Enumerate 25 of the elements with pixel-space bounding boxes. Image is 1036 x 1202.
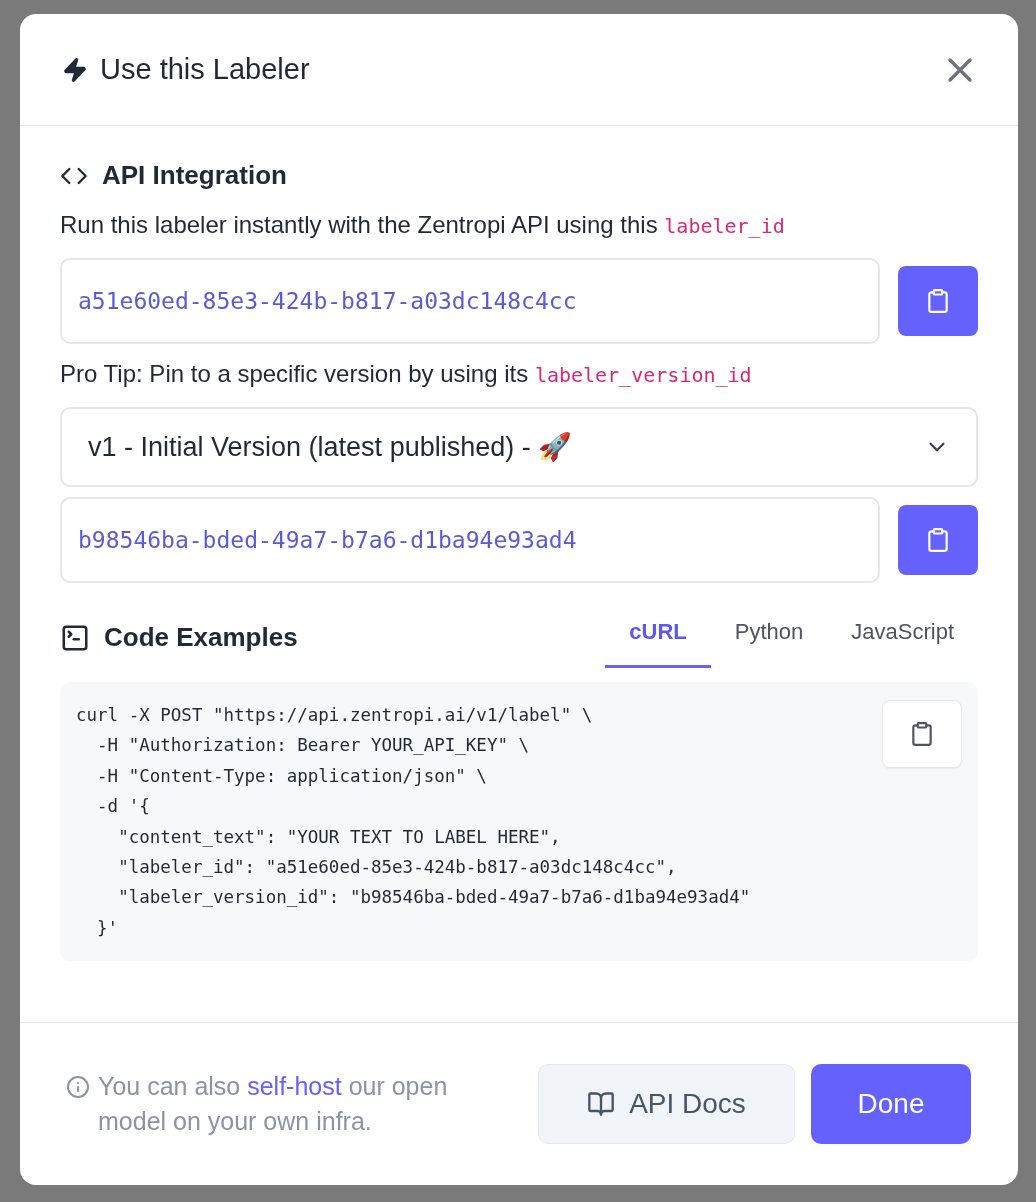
code-text: curl -X POST "https://api.zentropi.ai/v1/label" \ -H "Authorization: Bearer YOUR_API_KEY" \ -H "Content-Type: application/json" \ -d '{ "content_text": "YOUR TEXT TO LABEL HERE", "labeler_id": "a51e60ed-85e3-424b-b817-a03dc148c4cc", "labeler_version_id": "b98546ba-bded-49a7-b7a6-d1ba94e93ad4" }' — [76, 704, 752, 940]
info-icon — [66, 1075, 90, 1099]
clipboard-icon — [925, 288, 951, 314]
book-icon — [587, 1090, 616, 1118]
self-host-link[interactable]: self-host — [247, 1072, 342, 1100]
tip-text: Pro Tip: Pin to a specific version by using its labeler_version_id — [60, 359, 753, 389]
dialog-title: Use this Labeler — [100, 53, 311, 86]
clipboard-icon — [925, 527, 951, 553]
copy-button[interactable] — [898, 505, 978, 575]
section-heading: Code Examples — [104, 622, 298, 653]
copy-button[interactable] — [898, 266, 978, 336]
version-select[interactable]: v1 - Initial Version (latest published) - 🚀 — [60, 407, 978, 487]
language-tab[interactable]: Python — [710, 607, 828, 668]
footer-note: You can also self-host our open model on your own infra. — [98, 1071, 449, 1137]
api-docs-button[interactable]: API Docs — [538, 1064, 795, 1144]
language-tab[interactable]: JavaScript — [827, 607, 978, 668]
intro-text: Run this labeler instantly with the Zentropi API using this labeler_id — [60, 210, 786, 240]
copy-button[interactable] — [882, 700, 962, 768]
language-tab[interactable]: cURL — [605, 607, 711, 668]
section-heading: API Integration — [102, 160, 287, 191]
lightning-icon — [62, 56, 88, 83]
done-button[interactable]: Done — [811, 1064, 971, 1144]
version-id-field[interactable]: b98546ba-bded-49a7-b7a6-d1ba94e93ad4 — [60, 497, 880, 583]
clipboard-icon — [909, 721, 935, 747]
labeler-id-field[interactable]: a51e60ed-85e3-424b-b817-a03dc148c4cc — [60, 258, 880, 344]
